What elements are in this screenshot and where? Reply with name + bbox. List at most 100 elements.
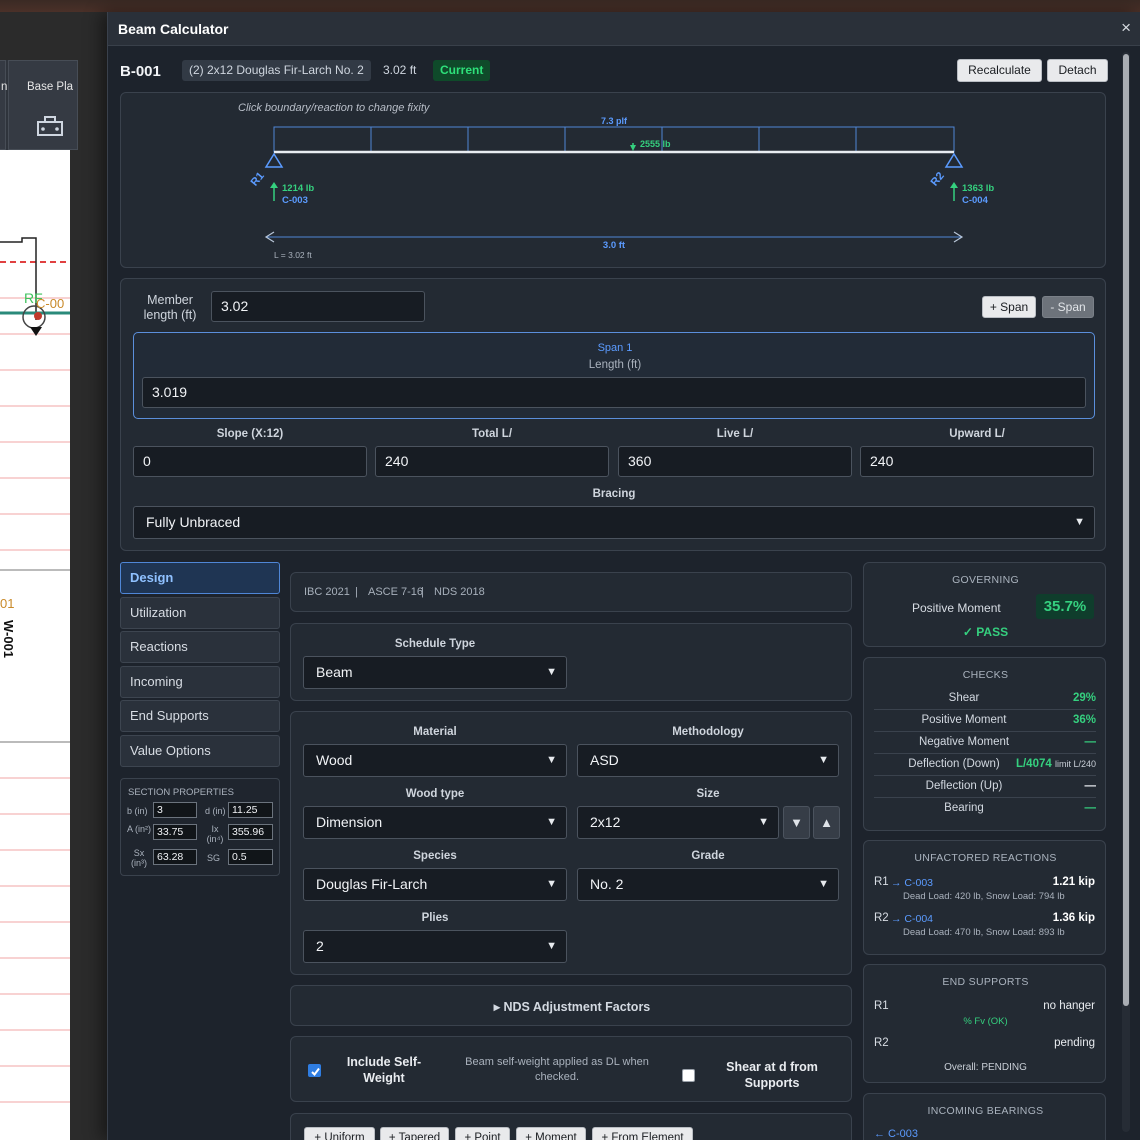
span-dimension-label: 3.0 ft bbox=[603, 240, 626, 251]
load-buttons-panel: + Uniform + Tapered + Point + Moment + F… bbox=[290, 1113, 852, 1140]
check-name: Positive Moment bbox=[921, 714, 1007, 726]
tab-incoming[interactable]: Incoming bbox=[120, 666, 280, 698]
material-panel: Material Wood ▼ Methodology ASD ▼ Wood t… bbox=[290, 711, 852, 975]
end-supports-title: END SUPPORTS bbox=[942, 976, 1029, 988]
r1-label[interactable]: R1 bbox=[249, 170, 267, 188]
member-length-label: Member length (ft) bbox=[143, 293, 197, 322]
span-length-input[interactable]: 3.019 bbox=[142, 377, 1086, 408]
incoming-title: INCOMING BEARINGS bbox=[927, 1105, 1044, 1117]
check-value: L/4074 bbox=[1015, 758, 1052, 770]
wood-type-select[interactable]: Dimension ▼ bbox=[303, 806, 567, 839]
length-note: L = 3.02 ft bbox=[274, 250, 312, 260]
b-label: b (in) bbox=[127, 806, 148, 816]
chevron-down-icon: ▼ bbox=[758, 816, 769, 828]
nds-adjustment-factors[interactable]: ▸ NDS Adjustment Factors bbox=[290, 985, 852, 1026]
reaction-r2-link[interactable]: → C-004 bbox=[891, 913, 933, 925]
span-panel: Member length (ft) 3.02 + Span - Span Sp… bbox=[120, 278, 1106, 551]
tab-end-supports[interactable]: End Supports bbox=[120, 700, 280, 732]
upward-deflection-input[interactable]: 240 bbox=[860, 446, 1094, 477]
check-name: Deflection (Down) bbox=[908, 758, 1000, 770]
uniform-load-block[interactable] bbox=[273, 126, 955, 153]
reaction-r1-link[interactable]: → C-003 bbox=[891, 877, 933, 889]
member-length-input[interactable]: 3.02 bbox=[211, 291, 425, 322]
methodology-select[interactable]: ASD ▼ bbox=[577, 744, 839, 777]
ix-input[interactable]: 355.96 bbox=[228, 824, 273, 840]
span-1-card: Span 1 Length (ft) 3.019 bbox=[133, 332, 1095, 419]
beam-calculator-modal: Beam Calculator × B-001 (2) 2x12 Douglas… bbox=[107, 12, 1140, 1140]
plies-value: 2 bbox=[316, 938, 324, 954]
size-down-button[interactable]: ▼ bbox=[783, 806, 810, 839]
d-input[interactable]: 11.25 bbox=[228, 802, 273, 818]
reaction-r2-label: R2 bbox=[874, 912, 889, 924]
toolbar-base-plate-label: Base Pla bbox=[27, 81, 74, 93]
add-tapered-load-button[interactable]: + Tapered bbox=[380, 1127, 449, 1140]
toolbar-cell-prev[interactable]: n bbox=[0, 60, 8, 150]
scrollbar-thumb[interactable] bbox=[1123, 54, 1129, 1006]
recalculate-button[interactable]: Recalculate bbox=[957, 59, 1042, 82]
check-value: — bbox=[1084, 780, 1097, 792]
size-up-button[interactable]: ▲ bbox=[813, 806, 840, 839]
beam-diagram[interactable]: Click boundary/reaction to change fixity… bbox=[120, 92, 1106, 268]
section-properties: SECTION PROPERTIES b (in) 3 d (in) 11.25… bbox=[120, 778, 280, 876]
add-from-element-button[interactable]: + From Element bbox=[592, 1127, 693, 1140]
check-row: Negative Moment — bbox=[874, 732, 1096, 754]
detach-button[interactable]: Detach bbox=[1047, 59, 1108, 82]
grade-select[interactable]: No. 2 ▼ bbox=[577, 868, 839, 901]
species-select[interactable]: Douglas Fir-Larch ▼ bbox=[303, 868, 567, 901]
r1-reaction-value: 1214 lb bbox=[282, 183, 314, 194]
live-deflection-input[interactable]: 360 bbox=[618, 446, 852, 477]
reactions-title: UNFACTORED REACTIONS bbox=[914, 852, 1057, 864]
background-toolbar: n Base Pla bbox=[0, 60, 78, 150]
tab-reactions[interactable]: Reactions bbox=[120, 631, 280, 663]
material-select[interactable]: Wood ▼ bbox=[303, 744, 567, 777]
beam-description: (2) 2x12 Douglas Fir-Larch No. 2 bbox=[182, 60, 371, 81]
r1-link[interactable]: C-003 bbox=[282, 195, 308, 206]
chevron-down-icon: ▼ bbox=[546, 940, 557, 952]
check-value: 36% bbox=[1072, 714, 1096, 726]
slope-input[interactable]: 0 bbox=[133, 446, 367, 477]
r2-link[interactable]: C-004 bbox=[962, 195, 989, 206]
sx-input[interactable]: 63.28 bbox=[153, 849, 197, 865]
methodology-value: ASD bbox=[590, 752, 619, 768]
governing-title: GOVERNING bbox=[952, 574, 1019, 586]
reaction-r2-value: 1.36 kip bbox=[1052, 912, 1095, 924]
support-r1[interactable] bbox=[264, 152, 284, 168]
add-point-load-button[interactable]: + Point bbox=[455, 1127, 510, 1140]
add-uniform-load-button[interactable]: + Uniform bbox=[304, 1127, 375, 1140]
r2-label[interactable]: R2 bbox=[929, 170, 947, 188]
total-deflection-input[interactable]: 240 bbox=[375, 446, 609, 477]
bracing-select[interactable]: Fully Unbraced ▼ bbox=[133, 506, 1095, 539]
support-r2[interactable] bbox=[944, 152, 964, 168]
schedule-type-select[interactable]: Beam ▼ bbox=[303, 656, 567, 689]
end-support-r1-note: % Fv (OK) bbox=[963, 1016, 1008, 1027]
shear-at-d-checkbox[interactable] bbox=[682, 1069, 695, 1082]
add-span-button[interactable]: + Span bbox=[982, 296, 1036, 318]
close-icon[interactable]: × bbox=[1121, 18, 1131, 38]
base-plate-icon bbox=[37, 116, 63, 136]
tab-value-options[interactable]: Value Options bbox=[120, 735, 280, 767]
uniform-load-label: 7.3 plf bbox=[601, 116, 628, 126]
tab-design[interactable]: Design bbox=[120, 562, 280, 594]
chevron-down-icon: ▼ bbox=[818, 754, 829, 766]
incoming-bearing-link[interactable]: ← C-003 bbox=[874, 1128, 918, 1140]
plies-select[interactable]: 2 ▼ bbox=[303, 930, 567, 963]
check-row: Shear 29% bbox=[874, 688, 1096, 710]
toolbar-prev-label: n bbox=[1, 81, 8, 93]
check-name: Bearing bbox=[944, 802, 984, 814]
tab-utilization[interactable]: Utilization bbox=[120, 597, 280, 629]
size-select[interactable]: 2x12 ▼ bbox=[577, 806, 779, 839]
self-weight-checkbox[interactable] bbox=[308, 1064, 321, 1077]
drawing-canvas[interactable]: RF C-00 01 W-001 bbox=[0, 150, 70, 1140]
unfactored-reactions-panel: UNFACTORED REACTIONS R1 → C-003 1.21 kip… bbox=[863, 840, 1106, 955]
chevron-down-icon: ▼ bbox=[818, 878, 829, 890]
b-input[interactable]: 3 bbox=[153, 802, 197, 818]
bracing-label: Bracing bbox=[592, 488, 636, 500]
remove-span-button[interactable]: - Span bbox=[1042, 296, 1094, 318]
a-input[interactable]: 33.75 bbox=[153, 824, 197, 840]
sg-input[interactable]: 0.5 bbox=[228, 849, 273, 865]
add-moment-button[interactable]: + Moment bbox=[516, 1127, 586, 1140]
schedule-type-label: Schedule Type bbox=[394, 638, 476, 650]
section-properties-title: SECTION PROPERTIES bbox=[128, 787, 234, 798]
chevron-down-icon: ▼ bbox=[546, 666, 557, 678]
toolbar-cell-base-plate[interactable]: Base Pla bbox=[8, 60, 78, 150]
